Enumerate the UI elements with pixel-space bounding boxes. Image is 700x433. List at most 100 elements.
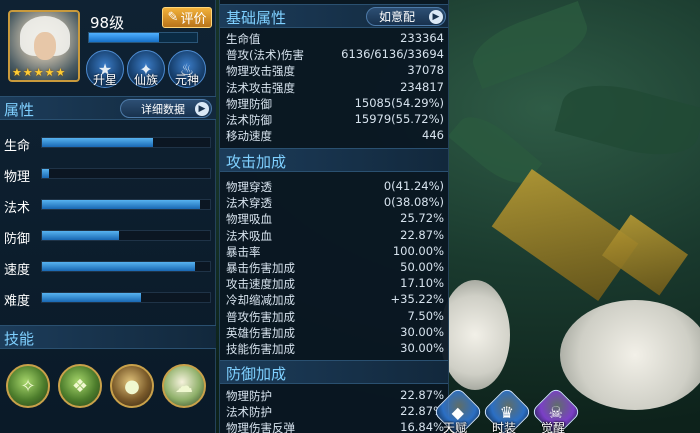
stat-row: 物理吸血 25.72% bbox=[226, 211, 444, 227]
stat-value: 25.72% bbox=[400, 211, 444, 226]
talent-label: 天赋 bbox=[443, 421, 468, 433]
stat-value: 22.87% bbox=[400, 388, 444, 402]
stat-value: 22.87% bbox=[400, 227, 444, 242]
stat-value: 446 bbox=[422, 128, 444, 143]
stat-name: 普攻伤害加成 bbox=[226, 309, 295, 324]
skill-2-icon: ❖ bbox=[71, 375, 89, 397]
defense-bonus-header: 防御加成 bbox=[220, 360, 448, 384]
stat-name: 英雄伤害加成 bbox=[226, 325, 295, 340]
stat-row: 法术攻击强度 234817 bbox=[226, 80, 444, 96]
star-upgrade-label: 升星 bbox=[92, 73, 117, 87]
skill-4-icon: ☁ bbox=[175, 375, 193, 397]
attribute-row: 速度 bbox=[4, 258, 212, 278]
skill-slot-4[interactable]: ☁ bbox=[162, 364, 206, 408]
detail-data-label: 详细数据 bbox=[141, 102, 185, 116]
attribute-bar-fill bbox=[42, 169, 49, 178]
stat-row: 冷却缩减加成 +35.22% bbox=[226, 292, 444, 308]
stat-name: 普攻(法术)伤害 bbox=[226, 48, 304, 63]
stat-value: 15085(54.29%) bbox=[354, 95, 444, 110]
stat-value: 100.00% bbox=[392, 243, 444, 258]
stat-name: 法术防御 bbox=[226, 113, 272, 127]
stat-row: 物理防护 22.87% bbox=[226, 388, 444, 404]
attributes-title: 属性 bbox=[4, 101, 35, 119]
stat-name: 物理攻击强度 bbox=[226, 64, 295, 79]
stat-name: 法术吸血 bbox=[226, 228, 272, 243]
stat-value: 233364 bbox=[400, 31, 444, 45]
star-icon: ★ bbox=[44, 66, 55, 79]
attribute-row: 物理 bbox=[4, 165, 212, 185]
skill-slot-3[interactable]: ● bbox=[110, 364, 154, 408]
attribute-label: 生命 bbox=[4, 139, 31, 154]
rate-button-label: 评价 bbox=[180, 12, 207, 27]
stat-name: 暴击率 bbox=[226, 244, 261, 259]
hero-level: 98级 bbox=[90, 14, 125, 32]
skill-3-icon: ● bbox=[124, 375, 140, 397]
attribute-bar-fill bbox=[42, 200, 200, 209]
attribute-label: 法术 bbox=[4, 201, 31, 216]
star-icon: ★ bbox=[55, 66, 66, 79]
chevron-right-icon: ▶ bbox=[429, 10, 443, 24]
stat-row: 技能伤害加成 30.00% bbox=[226, 341, 444, 357]
stat-row: 暴击伤害加成 50.00% bbox=[226, 260, 444, 276]
stat-row: 攻击速度加成 17.10% bbox=[226, 276, 444, 292]
defense-bonus-title: 防御加成 bbox=[226, 365, 287, 383]
rate-button[interactable]: ✎ 评价 bbox=[162, 7, 212, 28]
basic-attributes-title: 基础属性 bbox=[226, 9, 287, 27]
skill-slot-2[interactable]: ❖ bbox=[58, 364, 102, 408]
skills-header: 技能 bbox=[0, 325, 216, 349]
chevron-right-icon: ▶ bbox=[195, 102, 209, 116]
stat-row: 移动速度 446 bbox=[226, 128, 444, 144]
attribute-label: 防御 bbox=[4, 232, 31, 247]
skills-title: 技能 bbox=[4, 330, 35, 348]
star-icon: ★ bbox=[12, 66, 22, 79]
stat-row: 物理伤害反弹 16.84% bbox=[226, 420, 444, 433]
detail-data-button[interactable]: 详细数据 ▶ bbox=[120, 99, 212, 118]
attack-bonus-title: 攻击加成 bbox=[226, 153, 287, 171]
stat-name: 物理防御 bbox=[226, 96, 272, 111]
stat-name: 技能伤害加成 bbox=[226, 342, 295, 356]
stat-row: 生命值 233364 bbox=[226, 31, 444, 47]
stat-row: 物理攻击强度 37078 bbox=[226, 63, 444, 79]
skill-slot-1[interactable]: ✧ bbox=[6, 364, 50, 408]
awaken-label: 觉醒 bbox=[541, 421, 566, 433]
stat-name: 法术穿透 bbox=[226, 196, 272, 211]
stat-name: 物理穿透 bbox=[226, 180, 272, 194]
attribute-row: 生命 bbox=[4, 134, 212, 154]
stat-name: 攻击速度加成 bbox=[226, 277, 295, 292]
star-icon: ★ bbox=[22, 66, 33, 79]
stat-value: 16.84% bbox=[400, 420, 444, 433]
stat-value: +35.22% bbox=[390, 292, 445, 307]
attribute-bar-fill bbox=[42, 293, 142, 302]
stats-panel: 基础属性 如意配 ▶ 生命值 233364 普攻(法术)伤害 6136/6136/33… bbox=[219, 0, 449, 433]
stat-name: 物理伤害反弹 bbox=[226, 421, 295, 433]
preset-button-label: 如意配 bbox=[379, 10, 416, 24]
basic-attributes-header: 基础属性 如意配 ▶ bbox=[220, 4, 448, 28]
attribute-row: 防御 bbox=[4, 227, 212, 247]
stat-value: 30.00% bbox=[400, 324, 444, 339]
stat-value: 234817 bbox=[400, 79, 444, 94]
stat-name: 生命值 bbox=[226, 32, 261, 46]
stat-name: 法术攻击强度 bbox=[226, 80, 295, 95]
skill-1-icon: ✧ bbox=[20, 375, 36, 397]
stat-row: 英雄伤害加成 30.00% bbox=[226, 325, 444, 341]
stat-name: 冷却缩减加成 bbox=[226, 293, 295, 308]
stat-value: 6136/6136/33694 bbox=[341, 47, 444, 62]
stat-value: 50.00% bbox=[400, 260, 444, 274]
stat-name: 移动速度 bbox=[226, 129, 272, 144]
stat-row: 法术吸血 22.87% bbox=[226, 228, 444, 244]
stat-value: 15979(55.72%) bbox=[354, 112, 444, 126]
stat-row: 物理防御 15085(54.29%) bbox=[226, 96, 444, 112]
star-icon: ★ bbox=[33, 66, 44, 79]
stat-name: 暴击伤害加成 bbox=[226, 261, 295, 275]
attributes-header: 属性 详细数据 ▶ bbox=[0, 96, 216, 120]
edit-icon: ✎ bbox=[167, 10, 179, 25]
stat-row: 法术穿透 0(38.08%) bbox=[226, 195, 444, 211]
star-rating: ★ ★ ★ ★ ★ bbox=[12, 67, 65, 78]
attack-bonus-header: 攻击加成 bbox=[220, 148, 448, 172]
stat-row: 法术防护 22.87% bbox=[226, 404, 444, 420]
preset-button[interactable]: 如意配 ▶ bbox=[366, 7, 446, 26]
attribute-bar-fill bbox=[42, 231, 120, 240]
stat-row: 普攻(法术)伤害 6136/6136/33694 bbox=[226, 47, 444, 63]
attribute-label: 物理 bbox=[4, 170, 31, 185]
stat-value: 7.50% bbox=[407, 308, 444, 323]
